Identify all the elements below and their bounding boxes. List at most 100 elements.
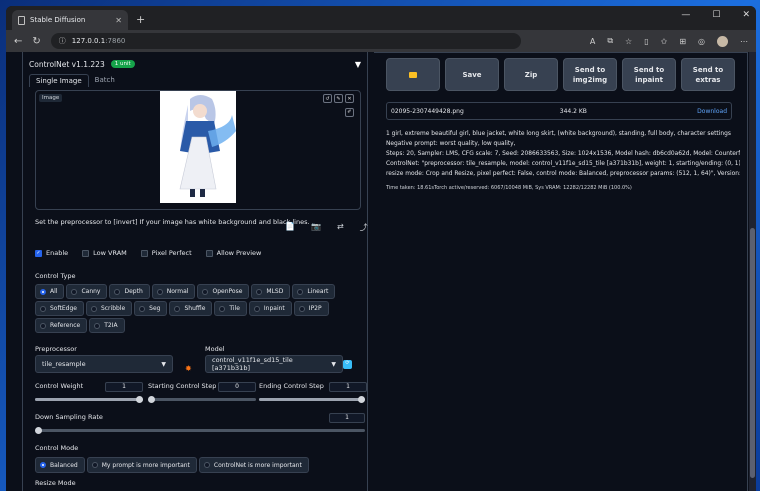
info-controlnet: ControlNet: "preprocessor: tile_resample… <box>386 161 740 167</box>
page-scrollbar[interactable] <box>749 52 756 491</box>
maximize-icon[interactable]: ☐ <box>712 10 720 20</box>
image-upload-area[interactable]: Image ↺ ✎ ✕ ✐ <box>35 90 361 210</box>
send-to-extras-button[interactable]: Send to extras <box>681 58 735 91</box>
control-type-softedge[interactable]: SoftEdge <box>35 301 84 316</box>
chevron-down-icon: ▼ <box>161 360 166 368</box>
info-negative-prompt: Negative prompt: worst quality, low qual… <box>386 141 516 147</box>
control-weight-label: Control Weight <box>35 382 84 390</box>
control-type-label: Control Type <box>35 272 76 280</box>
download-link[interactable]: Download <box>697 108 727 115</box>
control-type-t2ia[interactable]: T2IA <box>89 318 125 333</box>
clear-image-icon[interactable]: ✕ <box>345 94 354 103</box>
resize-mode-label: Resize Mode <box>35 479 76 487</box>
ending-step-input[interactable]: 1 <box>329 382 367 392</box>
reload-icon[interactable]: ↻ <box>32 36 40 47</box>
swap-icon[interactable]: ⇄ <box>337 222 344 233</box>
control-type-normal[interactable]: Normal <box>151 284 196 299</box>
low-vram-checkbox[interactable]: Low VRAM <box>82 249 127 257</box>
control-type-lineart[interactable]: Lineart <box>292 284 336 299</box>
browser-window: Stable Diffusion ✕ + — ☐ ✕ ← ↻ ⓘ 127.0.0… <box>6 6 756 491</box>
send-dimensions-icon[interactable]: ⤴ <box>360 222 368 233</box>
down-sampling-track[interactable] <box>35 427 365 434</box>
slider-knob[interactable] <box>136 396 143 403</box>
control-type-reference[interactable]: Reference <box>35 318 88 333</box>
slider-knob[interactable] <box>35 427 42 434</box>
tab-single-image[interactable]: Single Image <box>29 74 89 87</box>
url-field[interactable]: ⓘ 127.0.0.1:7860 <box>50 33 521 49</box>
info-icon[interactable]: ⓘ <box>59 36 66 46</box>
time-taken: Time taken: 18.61sTorch active/reserved:… <box>386 185 632 191</box>
collapse-icon[interactable]: ▼ <box>355 60 361 69</box>
tab-batch[interactable]: Batch <box>89 74 121 87</box>
controlnet-header[interactable]: ControlNet v1.1.223 1 unit ▼ <box>29 58 361 70</box>
collections-icon[interactable]: ⊞ <box>679 37 686 46</box>
slider-knob[interactable] <box>358 396 365 403</box>
browser-tab[interactable]: Stable Diffusion ✕ <box>12 10 128 30</box>
profile-avatar[interactable] <box>717 35 728 47</box>
control-type-ip2p[interactable]: IP2P <box>293 301 329 316</box>
control-type-inpaint[interactable]: Inpaint <box>248 301 292 316</box>
url-host: 127.0.0.1 <box>71 37 106 45</box>
zip-button[interactable]: Zip <box>504 58 558 91</box>
rotate-icon[interactable]: ↺ <box>323 94 332 103</box>
back-icon[interactable]: ← <box>14 36 22 47</box>
control-type-shuffle[interactable]: Shuffle <box>169 301 213 316</box>
extensions-icon[interactable]: ⧉ <box>607 36 613 46</box>
down-sampling-label: Down Sampling Rate <box>35 413 103 421</box>
refresh-models-icon[interactable]: ⟳ <box>343 360 352 369</box>
hint-tool-icons: 📄 📷 ⇄ ⤴ <box>285 222 368 233</box>
model-value: control_v11f1e_sd15_tile [a371b31b] <box>212 356 293 372</box>
allow-preview-label: Allow Preview <box>216 249 262 257</box>
minimize-icon[interactable]: — <box>681 10 690 20</box>
new-tab-icon[interactable]: + <box>136 13 145 26</box>
control-type-all[interactable]: All <box>35 284 65 299</box>
down-sampling-input[interactable]: 1 <box>329 413 365 423</box>
control-mode-controlnet[interactable]: ControlNet is more important <box>198 457 309 473</box>
control-weight-track[interactable] <box>35 396 143 403</box>
webcam-icon[interactable]: 📷 <box>311 222 321 233</box>
control-type-tile[interactable]: Tile <box>214 301 247 316</box>
control-type-canny[interactable]: Canny <box>66 284 108 299</box>
control-mode-balanced[interactable]: Balanced <box>35 457 85 473</box>
favorite-star-icon[interactable]: ☆ <box>625 37 632 46</box>
send-to-inpaint-button[interactable]: Send to inpaint <box>622 58 676 91</box>
model-label: Model <box>205 345 225 353</box>
ending-step-track[interactable] <box>259 396 365 403</box>
enable-checkbox[interactable]: ✓ Enable <box>35 249 68 257</box>
save-button[interactable]: Save <box>445 58 499 91</box>
send-to-img2img-button[interactable]: Send to img2img <box>563 58 617 91</box>
split-screen-icon[interactable]: ▯ <box>644 37 648 46</box>
model-dropdown[interactable]: control_v11f1e_sd15_tile [a371b31b] ▼ <box>205 355 343 373</box>
scrollbar-thumb[interactable] <box>750 228 755 478</box>
control-image <box>160 91 236 203</box>
menu-icon[interactable]: ⋯ <box>740 37 748 46</box>
starting-step-track[interactable] <box>148 396 256 403</box>
allow-preview-checkbox[interactable]: Allow Preview <box>205 249 262 257</box>
slider-knob[interactable] <box>148 396 155 403</box>
edit-icon[interactable]: ✎ <box>334 94 343 103</box>
control-type-scribble[interactable]: Scribble <box>85 301 133 316</box>
close-tab-icon[interactable]: ✕ <box>115 16 122 25</box>
control-type-mlsd[interactable]: MLSD <box>251 284 291 299</box>
new-canvas-icon[interactable]: 📄 <box>285 222 295 233</box>
starting-step-label: Starting Control Step <box>148 382 217 390</box>
pixel-perfect-checkbox[interactable]: Pixel Perfect <box>140 249 192 257</box>
control-type-depth[interactable]: Depth <box>109 284 150 299</box>
control-type-seg[interactable]: Seg <box>134 301 168 316</box>
close-window-icon[interactable]: ✕ <box>742 10 750 20</box>
read-aloud-icon[interactable]: A <box>590 37 595 46</box>
favorites-icon[interactable]: ✩ <box>661 37 668 46</box>
control-weight-input[interactable]: 1 <box>105 382 143 392</box>
input-mode-tabs: Single Image Batch <box>29 74 121 87</box>
copilot-icon[interactable]: ◎ <box>698 37 705 46</box>
starting-step-input[interactable]: 0 <box>218 382 256 392</box>
preprocessor-dropdown[interactable]: tile_resample ▼ <box>35 355 173 373</box>
run-preprocessor-icon[interactable]: ✸ <box>185 364 192 373</box>
generation-info: 1 girl, extreme beautiful girl, blue jac… <box>386 129 740 179</box>
control-mode-prompt[interactable]: My prompt is more important <box>86 457 197 473</box>
control-type-openpose[interactable]: OpenPose <box>197 284 250 299</box>
open-folder-button[interactable] <box>386 58 440 91</box>
url-port: :7860 <box>105 37 126 45</box>
output-panel: Save Zip Send to img2img Send to inpaint… <box>374 52 748 491</box>
brush-icon[interactable]: ✐ <box>345 108 354 117</box>
